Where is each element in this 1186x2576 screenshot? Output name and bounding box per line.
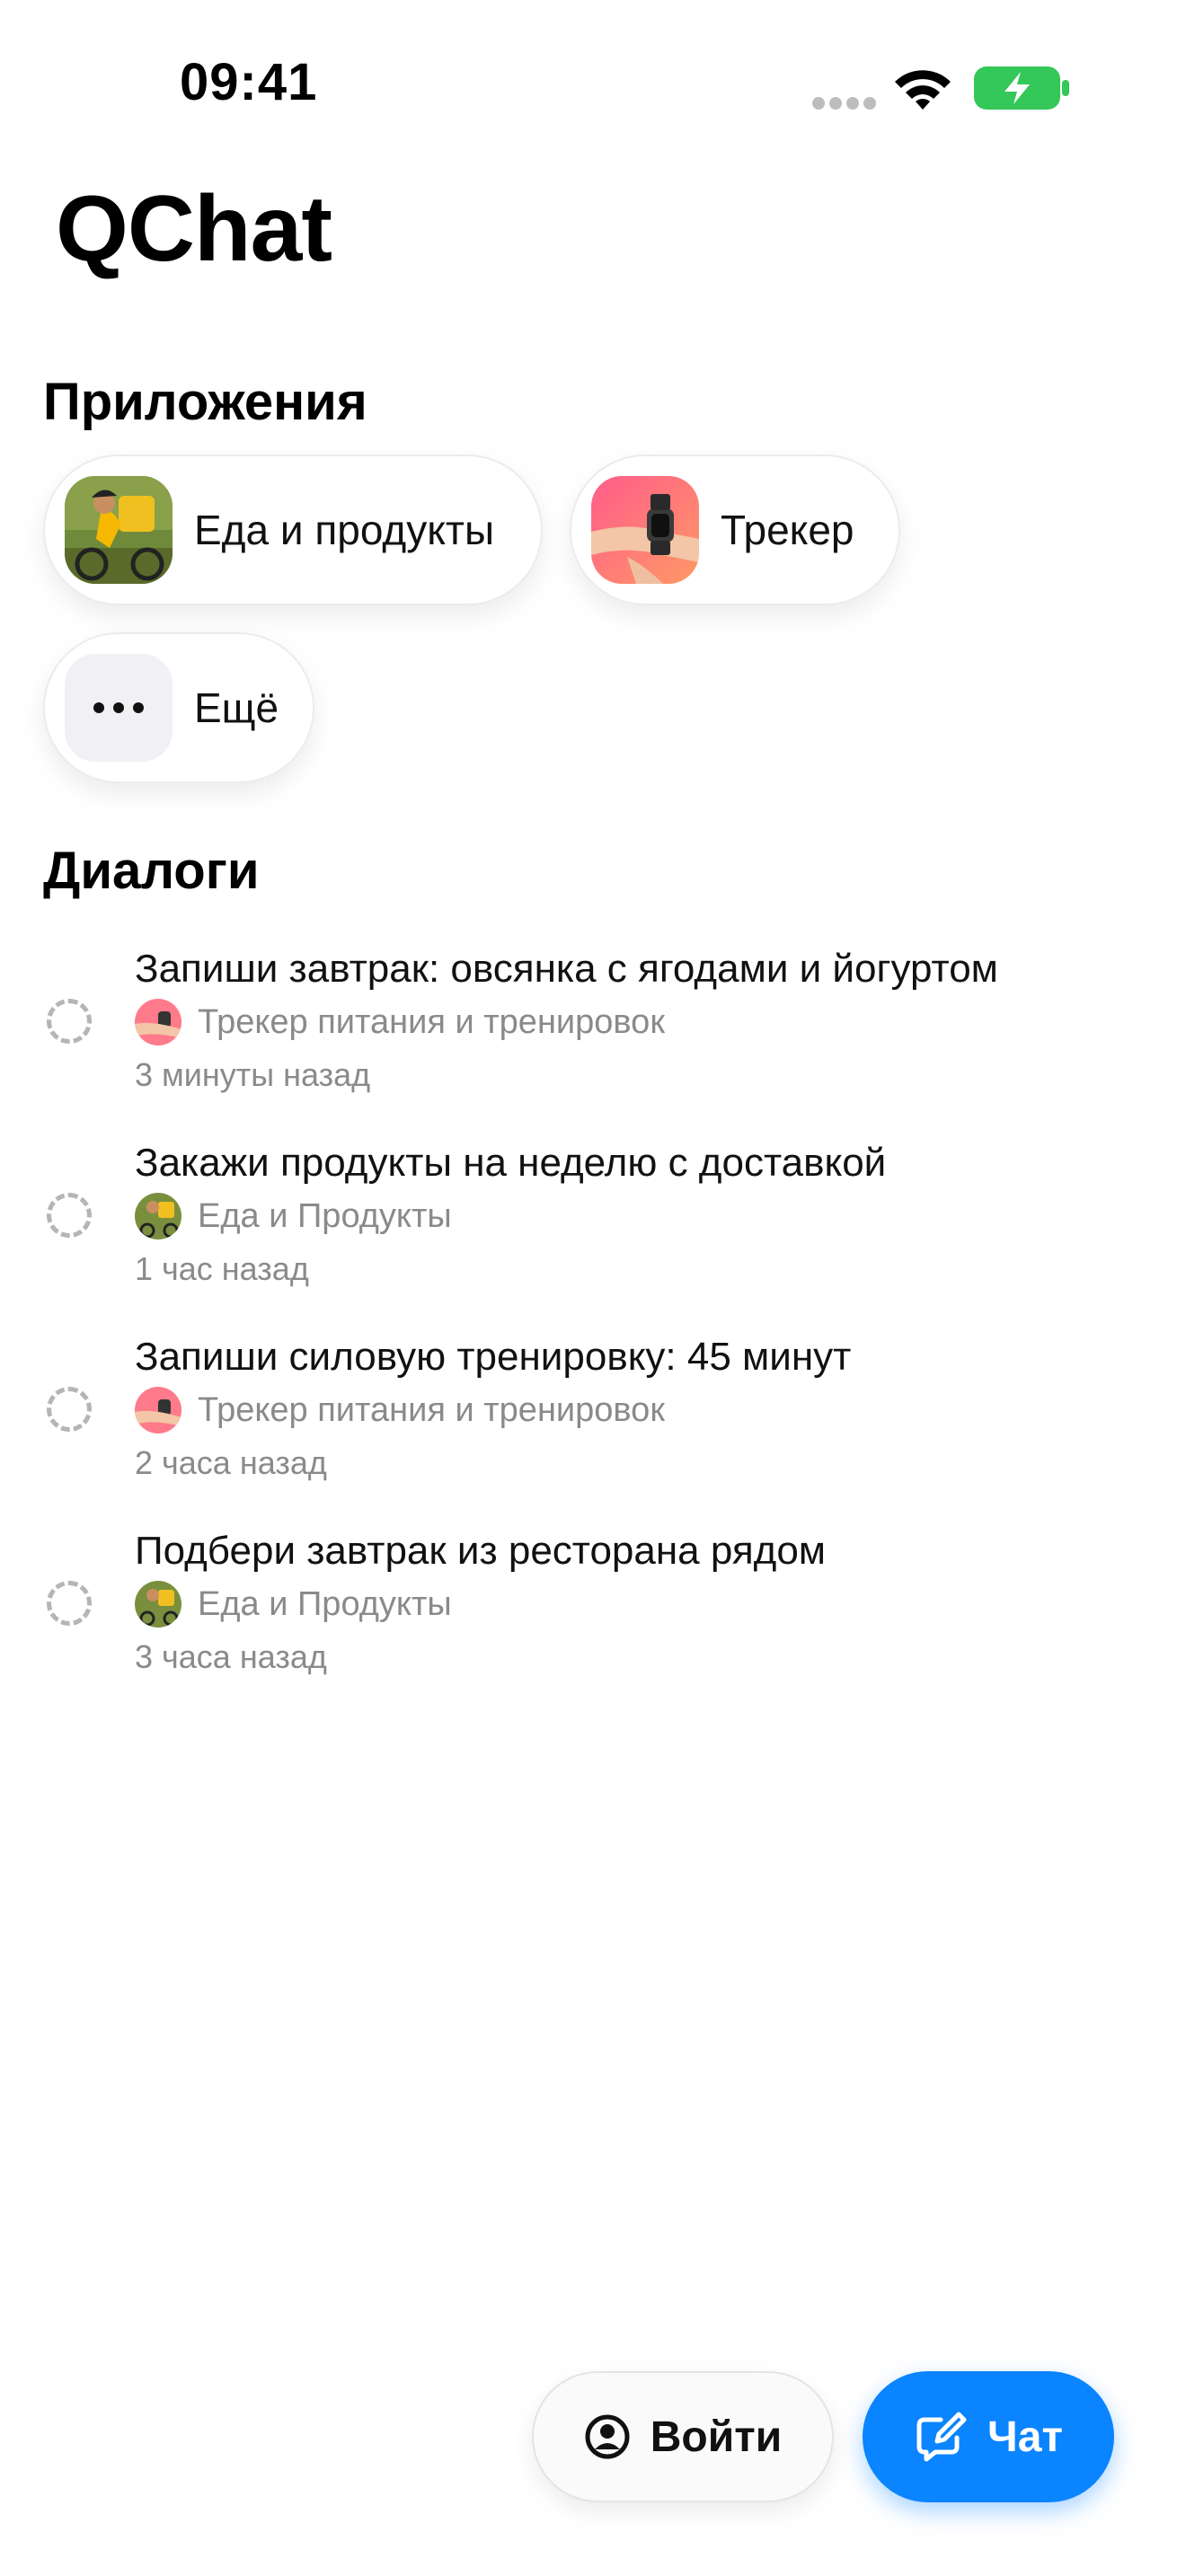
wifi-icon [895,70,951,110]
dialog-app-name: Еда и Продукты [198,1196,452,1235]
loading-spinner-icon [47,1387,92,1432]
dialogs-section-title: Диалоги [43,842,260,900]
app-chip-label: Еда и продукты [194,507,495,553]
app-chip-more[interactable]: Ещё [43,632,314,783]
dialog-title: Запиши завтрак: овсянка с ягодами и йогу… [135,947,998,991]
login-label: Войти [650,2413,783,2461]
dialog-app: Еда и Продукты [135,1581,452,1628]
dialog-title: Запиши силовую тренировку: 45 минут [135,1335,852,1379]
dialog-app-name: Трекер питания и тренировок [198,1002,665,1041]
loading-spinner-icon [47,1581,92,1626]
app-chip-label: Трекер [721,507,854,553]
new-chat-button[interactable]: Чат [863,2371,1114,2502]
user-circle-icon [585,2414,630,2459]
dialog-time: 3 минуты назад [135,1056,371,1093]
status-time: 09:41 [180,53,318,111]
dialog-app-name: Трекер питания и тренировок [198,1390,665,1429]
login-button[interactable]: Войти [532,2371,834,2502]
status-bar: 09:41 [0,0,1186,162]
food-app-avatar [135,1581,181,1628]
cyclist-courier-image [65,476,173,584]
cellular-signal-icon [812,97,877,110]
tracker-app-avatar [135,999,181,1045]
app-chip-tracker[interactable]: Трекер [570,454,900,605]
dialog-app: Трекер питания и тренировок [135,999,665,1045]
dialog-item[interactable]: Запиши силовую тренировку: 45 минут Трек… [0,1328,1186,1498]
dialog-time: 1 час назад [135,1250,309,1287]
app-chip-food[interactable]: Еда и продукты [43,454,543,605]
more-icon [65,654,173,762]
smartwatch-hand-image [591,476,699,584]
loading-spinner-icon [47,1193,92,1238]
dialog-time: 2 часа назад [135,1444,327,1481]
dialog-title: Подбери завтрак из ресторана рядом [135,1529,827,1573]
food-app-avatar [135,1193,181,1239]
battery-charging-icon [974,66,1069,110]
dialog-app-name: Еда и Продукты [198,1584,452,1623]
dialog-time: 3 часа назад [135,1638,327,1675]
compose-chat-icon [916,2412,967,2462]
dialog-title: Закажи продукты на неделю с доставкой [135,1141,887,1185]
dialog-item[interactable]: Закажи продукты на неделю с доставкой Ед… [0,1134,1186,1304]
dialog-app: Еда и Продукты [135,1193,452,1239]
dialog-app: Трекер питания и тренировок [135,1387,665,1434]
app-chip-label: Ещё [194,684,279,731]
chat-label: Чат [987,2413,1063,2461]
dialog-item[interactable]: Подбери завтрак из ресторана рядом Еда и… [0,1522,1186,1692]
loading-spinner-icon [47,999,92,1044]
app-title: QChat [56,177,332,281]
apps-section-title: Приложения [43,373,367,431]
dialog-item[interactable]: Запиши завтрак: овсянка с ягодами и йогу… [0,940,1186,1110]
tracker-app-avatar [135,1387,181,1434]
